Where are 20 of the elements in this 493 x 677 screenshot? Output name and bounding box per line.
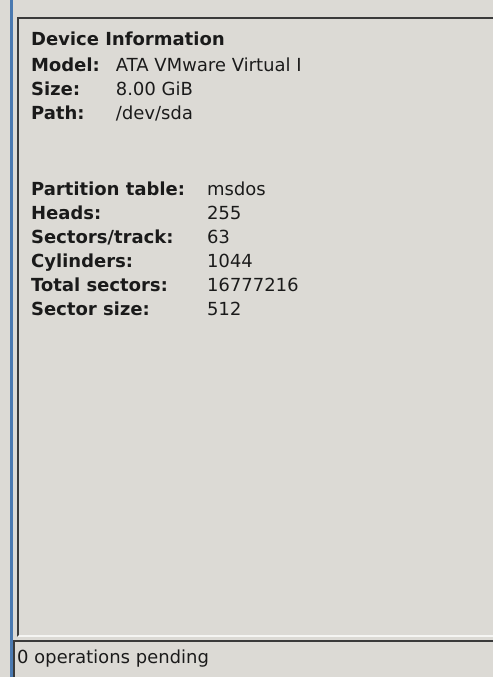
field-value: msdos — [206, 178, 267, 202]
field-label: Sectors/track: — [31, 226, 174, 250]
field-label: Path: — [31, 102, 86, 126]
field-label: Partition table: — [31, 178, 185, 202]
field-value: ATA VMware Virtual I — [116, 54, 303, 78]
field-label: Heads: — [31, 202, 102, 226]
field-label: Total sectors: — [31, 274, 169, 298]
field-value: 255 — [206, 202, 242, 226]
field-value: 16777216 — [206, 274, 300, 298]
field-label: Sector size: — [31, 298, 151, 322]
field-value: 1044 — [206, 250, 254, 274]
field-label: Size: — [31, 78, 82, 102]
field-value: 512 — [206, 298, 242, 322]
field-value: /dev/sda — [116, 102, 194, 126]
field-label: Model: — [31, 54, 100, 78]
status-bar: 0 operations pending — [13, 640, 493, 677]
field-value: 8.00 GiB — [116, 78, 194, 102]
field-label: Cylinders: — [31, 250, 134, 274]
panel-title: Device Information — [31, 28, 226, 52]
field-value: 63 — [206, 226, 231, 250]
